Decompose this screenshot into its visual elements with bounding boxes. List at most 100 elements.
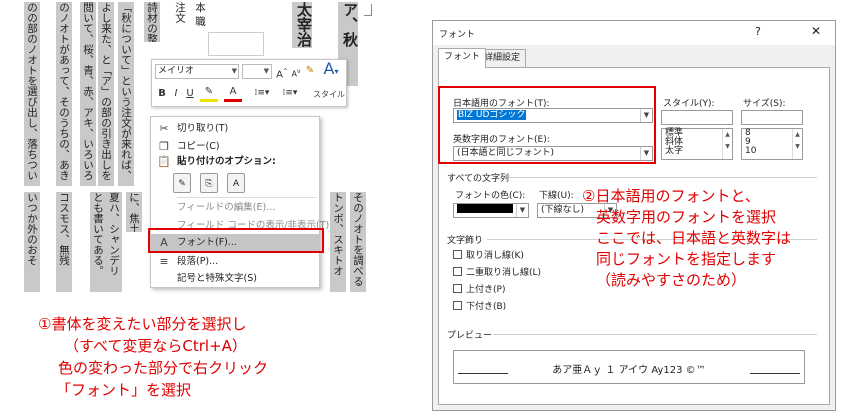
menu-item-symbols[interactable]: 記号と特殊文字(S) [151,270,319,288]
menu-item-label: 切り取り(T) [177,123,229,134]
doc-line: 本 職 [194,2,206,27]
doc-line: トンボ、スキトオ [330,192,346,292]
screenshot-root: のの部のノオトを選び出し、落ちつい のノオトがあって、そのうちの、あき 閲いて、… [0,0,851,411]
paragraph-icon: ≡ [159,255,169,268]
bullets-icon[interactable]: ⁞≡▾ [250,86,274,100]
group-divider [493,334,817,335]
menu-separator [177,197,317,198]
menu-item-paragraph[interactable]: ≡ 段落(P)... [151,253,319,271]
scrollbar[interactable]: ▲ ▼ [722,129,732,159]
all-text-group-title: すべての文字列 [447,174,510,184]
menu-item-label: 記号と特殊文字(S) [177,273,257,284]
chevron-down-icon: ▼ [516,204,528,217]
tab-font[interactable]: フォント [438,48,487,68]
doc-line: のノオトがあって、そのうちの、あき [56,2,72,186]
doc-line: に、焦土であ [126,192,142,232]
doc-line: よし来た、と「ア」の部の引き出しを [98,2,114,186]
menu-item-label: フィールドの編集(E)... [177,202,276,213]
menu-item-label: コピー(C) [177,141,220,152]
doc-line: 「秋について」という注文が来れば、 [118,2,134,186]
checkbox-box [453,301,462,310]
effects-group-title: 文字飾り [447,236,484,246]
color-swatch [457,204,513,213]
caption-step-2: ②日本語用のフォントと、 英数字用のフォントを選択 ここでは、日本語と英数字は … [582,186,846,291]
paste-options-header: 📋 貼り付けのオプション: [151,153,319,171]
font-color-combo[interactable]: ▼ [453,203,529,218]
font-color-label: フォントの色(C): [455,191,526,201]
numbering-icon[interactable]: ⁞≡▾ [278,86,302,100]
underline-label: 下線(U): [539,191,574,201]
font-color-icon[interactable]: A [224,85,242,102]
caption-line: 色の変わった部分で右クリック [58,359,269,377]
checkbox-label: 二重取り消し線(L) [466,268,542,278]
menu-item-cut[interactable]: ✂ 切り取り(T) [151,120,319,138]
caption-step-1: ①書体を変えたい部分を選択し （すべて変更ならCtrl+A） 色の変わった部分で… [38,313,358,401]
annotation-highlight-font-selectors [438,86,656,164]
doc-line: コスモス、無残 [56,192,72,292]
menu-item-label: 段落(P)... [177,256,219,267]
strikethrough-checkbox[interactable]: 取り消し線(K) [453,250,524,262]
caption-line: （すべて変更ならCtrl+A） [64,337,247,355]
styles-icon[interactable]: A▾ [318,61,344,79]
doc-line: のの部のノオトを選び出し、落ちつい [24,2,40,186]
dialog-title: フォント [439,30,476,40]
paste-keep-format-icon[interactable]: ✎ [173,173,191,193]
double-strikethrough-checkbox[interactable]: 二重取り消し線(L) [453,267,541,279]
size-input[interactable] [741,110,803,125]
caption-line: 同じフォントを指定します [596,250,777,268]
help-button[interactable]: ? [755,25,761,38]
preview-box: あア亜Ａｙ １ アイウ Ay123 ©™ [453,350,805,384]
doc-line: いつか外のおそ [24,192,40,292]
font-name-value: メイリオ [158,66,195,76]
style-label: スタイル(Y): [663,99,715,109]
italic-icon[interactable]: I [170,87,182,101]
checkbox-label: 下付き(B) [466,302,507,312]
page-corner-mark [364,4,372,16]
paste-text-only-icon[interactable]: A [227,173,246,193]
font-name-box[interactable]: メイリオ ▼ [155,64,239,79]
menu-header-label: 貼り付けのオプション: [177,156,276,167]
checkbox-box [453,284,462,293]
paste-merge-format-icon[interactable]: ⎘ [200,173,219,193]
paste-options-row: ✎ ⎘ A [173,173,251,195]
annotation-highlight-font-menu [148,228,324,253]
size-label: サイズ(S): [743,99,786,109]
grow-font-icon[interactable]: A^ [276,65,288,82]
checkbox-label: 上付き(P) [466,285,506,295]
bold-icon[interactable]: B [156,87,168,101]
clipboard-icon: 📋 [157,155,171,168]
doc-line: 夏ハ、シャンデリ [106,192,122,292]
doc-author: 太宰治 [292,2,312,48]
doc-line: 閲いて、桜、青、赤、アキ、いろいろ [80,2,96,186]
preview-baseline [750,373,800,374]
underline-value: (下線なし) [541,205,585,215]
style-listbox[interactable]: 標準 斜体 太字 ▲ ▼ [661,128,733,160]
checkbox-box [453,250,462,259]
shrink-font-icon[interactable]: Av [290,65,302,82]
close-button[interactable]: ✕ [811,24,821,38]
caption-line: ②日本語用のフォントと、 [582,187,760,205]
doc-textbox [208,32,264,56]
underline-icon[interactable]: U [184,87,196,101]
highlight-icon[interactable]: ✎ [200,85,218,102]
font-size-box[interactable]: ▼ [242,64,272,79]
doc-line: 注文 [174,2,186,23]
preview-group-title: プレビュー [447,331,493,341]
mini-toolbar: メイリオ ▼ ▼ A^ Av ✎ A▾ B I U ✎ A ⁞≡▾ ⁞≡▾ スタ… [151,59,347,107]
menu-item-edit-field[interactable]: フィールドの編集(E)... [151,199,319,217]
doc-line: そのノオトを調べる [350,192,366,292]
chevron-down-icon: ▼ [231,67,237,75]
size-listbox[interactable]: 8 9 10 ▲ ▼ [741,128,803,160]
caption-line: 「フォント」を選択 [56,381,192,399]
style-input[interactable] [661,110,733,125]
caption-line: 英数字用のフォントを選択 [596,208,777,226]
subscript-checkbox[interactable]: 下付き(B) [453,301,506,313]
format-painter-icon[interactable]: ✎ [304,64,316,78]
checkbox-box [453,267,462,276]
caption-line: ①書体を変えたい部分を選択し [38,315,247,333]
scrollbar[interactable]: ▲ ▼ [792,129,802,159]
doc-line: 詩材の整理が [144,2,160,42]
dialog-titlebar: フォント ? ✕ [433,21,835,45]
group-divider [509,177,817,178]
superscript-checkbox[interactable]: 上付き(P) [453,284,505,296]
